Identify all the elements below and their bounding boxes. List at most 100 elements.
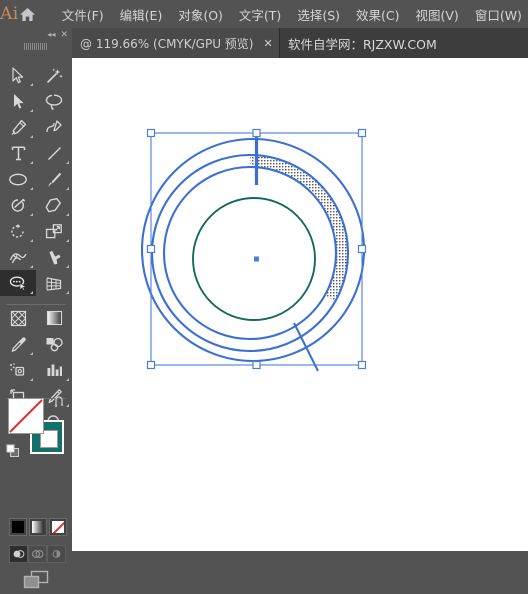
menu-edit[interactable]: 编辑(E) (112, 1, 171, 28)
tool-flyout-indicator (66, 265, 69, 268)
menu-item-list: 文件(F) 编辑(E) 对象(O) 文字(T) 选择(S) 效果(C) 视图(V… (54, 1, 528, 28)
eyedropper-tool[interactable] (0, 331, 36, 357)
gradient-tool[interactable] (36, 305, 72, 331)
panel-drag-grip[interactable] (24, 43, 48, 50)
menu-bar: Ai 文件(F) 编辑(E) 对象(O) 文字(T) 选择(S) 效果(C) 视… (0, 0, 528, 28)
curvature-tool[interactable] (36, 114, 72, 140)
document-tab-title: @ 119.66% (CMYK/GPU 预览) (80, 36, 254, 51)
document-tab-close-icon[interactable]: ✕ (264, 37, 273, 50)
scale-tool[interactable] (36, 218, 72, 244)
panel-header-controls: ◂◂ ✕ (47, 28, 68, 42)
eraser-tool[interactable] (36, 192, 72, 218)
tool-row (0, 140, 72, 166)
tool-flyout-indicator (30, 352, 33, 355)
handle-top-center (252, 128, 261, 138)
draw-inside-mode[interactable] (47, 545, 66, 563)
tool-flyout-indicator (30, 135, 33, 138)
tool-row (0, 244, 72, 270)
mesh-tool[interactable] (0, 305, 36, 331)
watermark-text: 软件自学网：RJZXW.COM (288, 36, 437, 52)
rotate-tool[interactable] (0, 218, 36, 244)
menu-file[interactable]: 文件(F) (54, 1, 112, 28)
tool-flyout-indicator (30, 291, 33, 294)
handle-top-left (146, 128, 156, 138)
line-segment-tool[interactable] (36, 140, 72, 166)
tool-flyout-indicator (30, 161, 33, 164)
tools-panel (0, 58, 73, 589)
color-mode-solid[interactable] (9, 518, 27, 536)
lasso-tool[interactable] (36, 88, 72, 114)
tool-row (0, 62, 72, 88)
menu-window[interactable]: 窗口(W) (467, 1, 528, 28)
color-mode-buttons (9, 518, 67, 536)
tool-row (0, 114, 72, 140)
shape-builder-tool[interactable] (0, 270, 36, 296)
menu-view[interactable]: 视图(V) (408, 1, 467, 28)
tool-flyout-indicator (66, 291, 69, 294)
artboard-canvas[interactable] (72, 58, 528, 551)
width-tool[interactable] (0, 244, 36, 270)
illustrator-window: Ai 文件(F) 编辑(E) 对象(O) 文字(T) 选择(S) 效果(C) 视… (0, 0, 528, 589)
fill-swatch[interactable] (8, 398, 44, 434)
center-anchor-point (254, 256, 259, 262)
shaper-tool[interactable] (0, 192, 36, 218)
tool-flyout-indicator (30, 213, 33, 216)
pen-tool[interactable] (0, 114, 36, 140)
paintbrush-tool[interactable] (36, 166, 72, 192)
symbol-sprayer-tool[interactable] (0, 357, 36, 383)
handle-top-right (357, 128, 367, 138)
fill-none-indicator (9, 399, 43, 433)
double-chevron-left-icon[interactable]: ◂◂ (47, 31, 55, 39)
tool-row (0, 305, 72, 331)
tool-flyout-indicator (30, 109, 33, 112)
tool-flyout-indicator (30, 239, 33, 242)
ellipse-tool[interactable] (0, 166, 36, 192)
handle-bottom-center (252, 360, 261, 370)
color-mode-none[interactable] (49, 518, 67, 536)
draw-behind-mode[interactable] (28, 545, 47, 563)
toolbar-panel-header: ◂◂ ✕ (0, 28, 73, 58)
document-tab-bar: ◂◂ ✕ @ 119.66% (CMYK/GPU 预览) ✕ 软件自学网：RJZ… (0, 28, 528, 58)
change-screen-mode[interactable] (23, 570, 49, 594)
home-icon[interactable] (19, 0, 36, 28)
tool-row (0, 166, 72, 192)
draw-normal-mode[interactable] (9, 545, 28, 563)
tool-row (0, 357, 72, 383)
tool-row (0, 331, 72, 357)
menu-object[interactable]: 对象(O) (170, 1, 231, 28)
document-tab[interactable]: @ 119.66% (CMYK/GPU 预览) ✕ (72, 28, 280, 58)
handle-middle-left (146, 244, 156, 254)
tool-flyout-indicator (66, 213, 69, 216)
selection-tool[interactable] (0, 62, 36, 88)
menu-select[interactable]: 选择(S) (289, 1, 348, 28)
handle-middle-right (357, 244, 367, 254)
swap-fill-stroke-icon[interactable] (53, 394, 66, 413)
tool-flyout-indicator (30, 378, 33, 381)
tool-row (0, 192, 72, 218)
column-graph-tool[interactable] (36, 357, 72, 383)
app-logo: Ai (0, 4, 19, 24)
type-tool[interactable] (0, 140, 36, 166)
tool-row (0, 88, 72, 114)
tool-flyout-indicator (66, 239, 69, 242)
artwork-svg (140, 128, 367, 372)
tool-row (0, 270, 72, 296)
tool-flyout-indicator (66, 404, 69, 407)
color-mode-gradient[interactable] (29, 518, 47, 536)
tool-flyout-indicator (66, 187, 69, 190)
blend-tool[interactable] (36, 331, 72, 357)
magic-wand-tool[interactable] (36, 62, 72, 88)
tool-flyout-indicator (66, 161, 69, 164)
perspective-grid-tool[interactable] (36, 270, 72, 296)
menu-type[interactable]: 文字(T) (231, 1, 289, 28)
handle-bottom-left (146, 360, 156, 370)
close-icon[interactable]: ✕ (60, 31, 68, 40)
direct-selection-tool[interactable] (0, 88, 36, 114)
free-transform-tool[interactable] (36, 244, 72, 270)
fill-stroke-controls (6, 396, 64, 457)
tool-flyout-indicator (30, 265, 33, 268)
menu-effect[interactable]: 效果(C) (348, 1, 407, 28)
default-fill-stroke-icon[interactable] (6, 443, 20, 462)
tool-flyout-indicator (30, 83, 33, 86)
draw-mode-buttons (9, 545, 66, 563)
